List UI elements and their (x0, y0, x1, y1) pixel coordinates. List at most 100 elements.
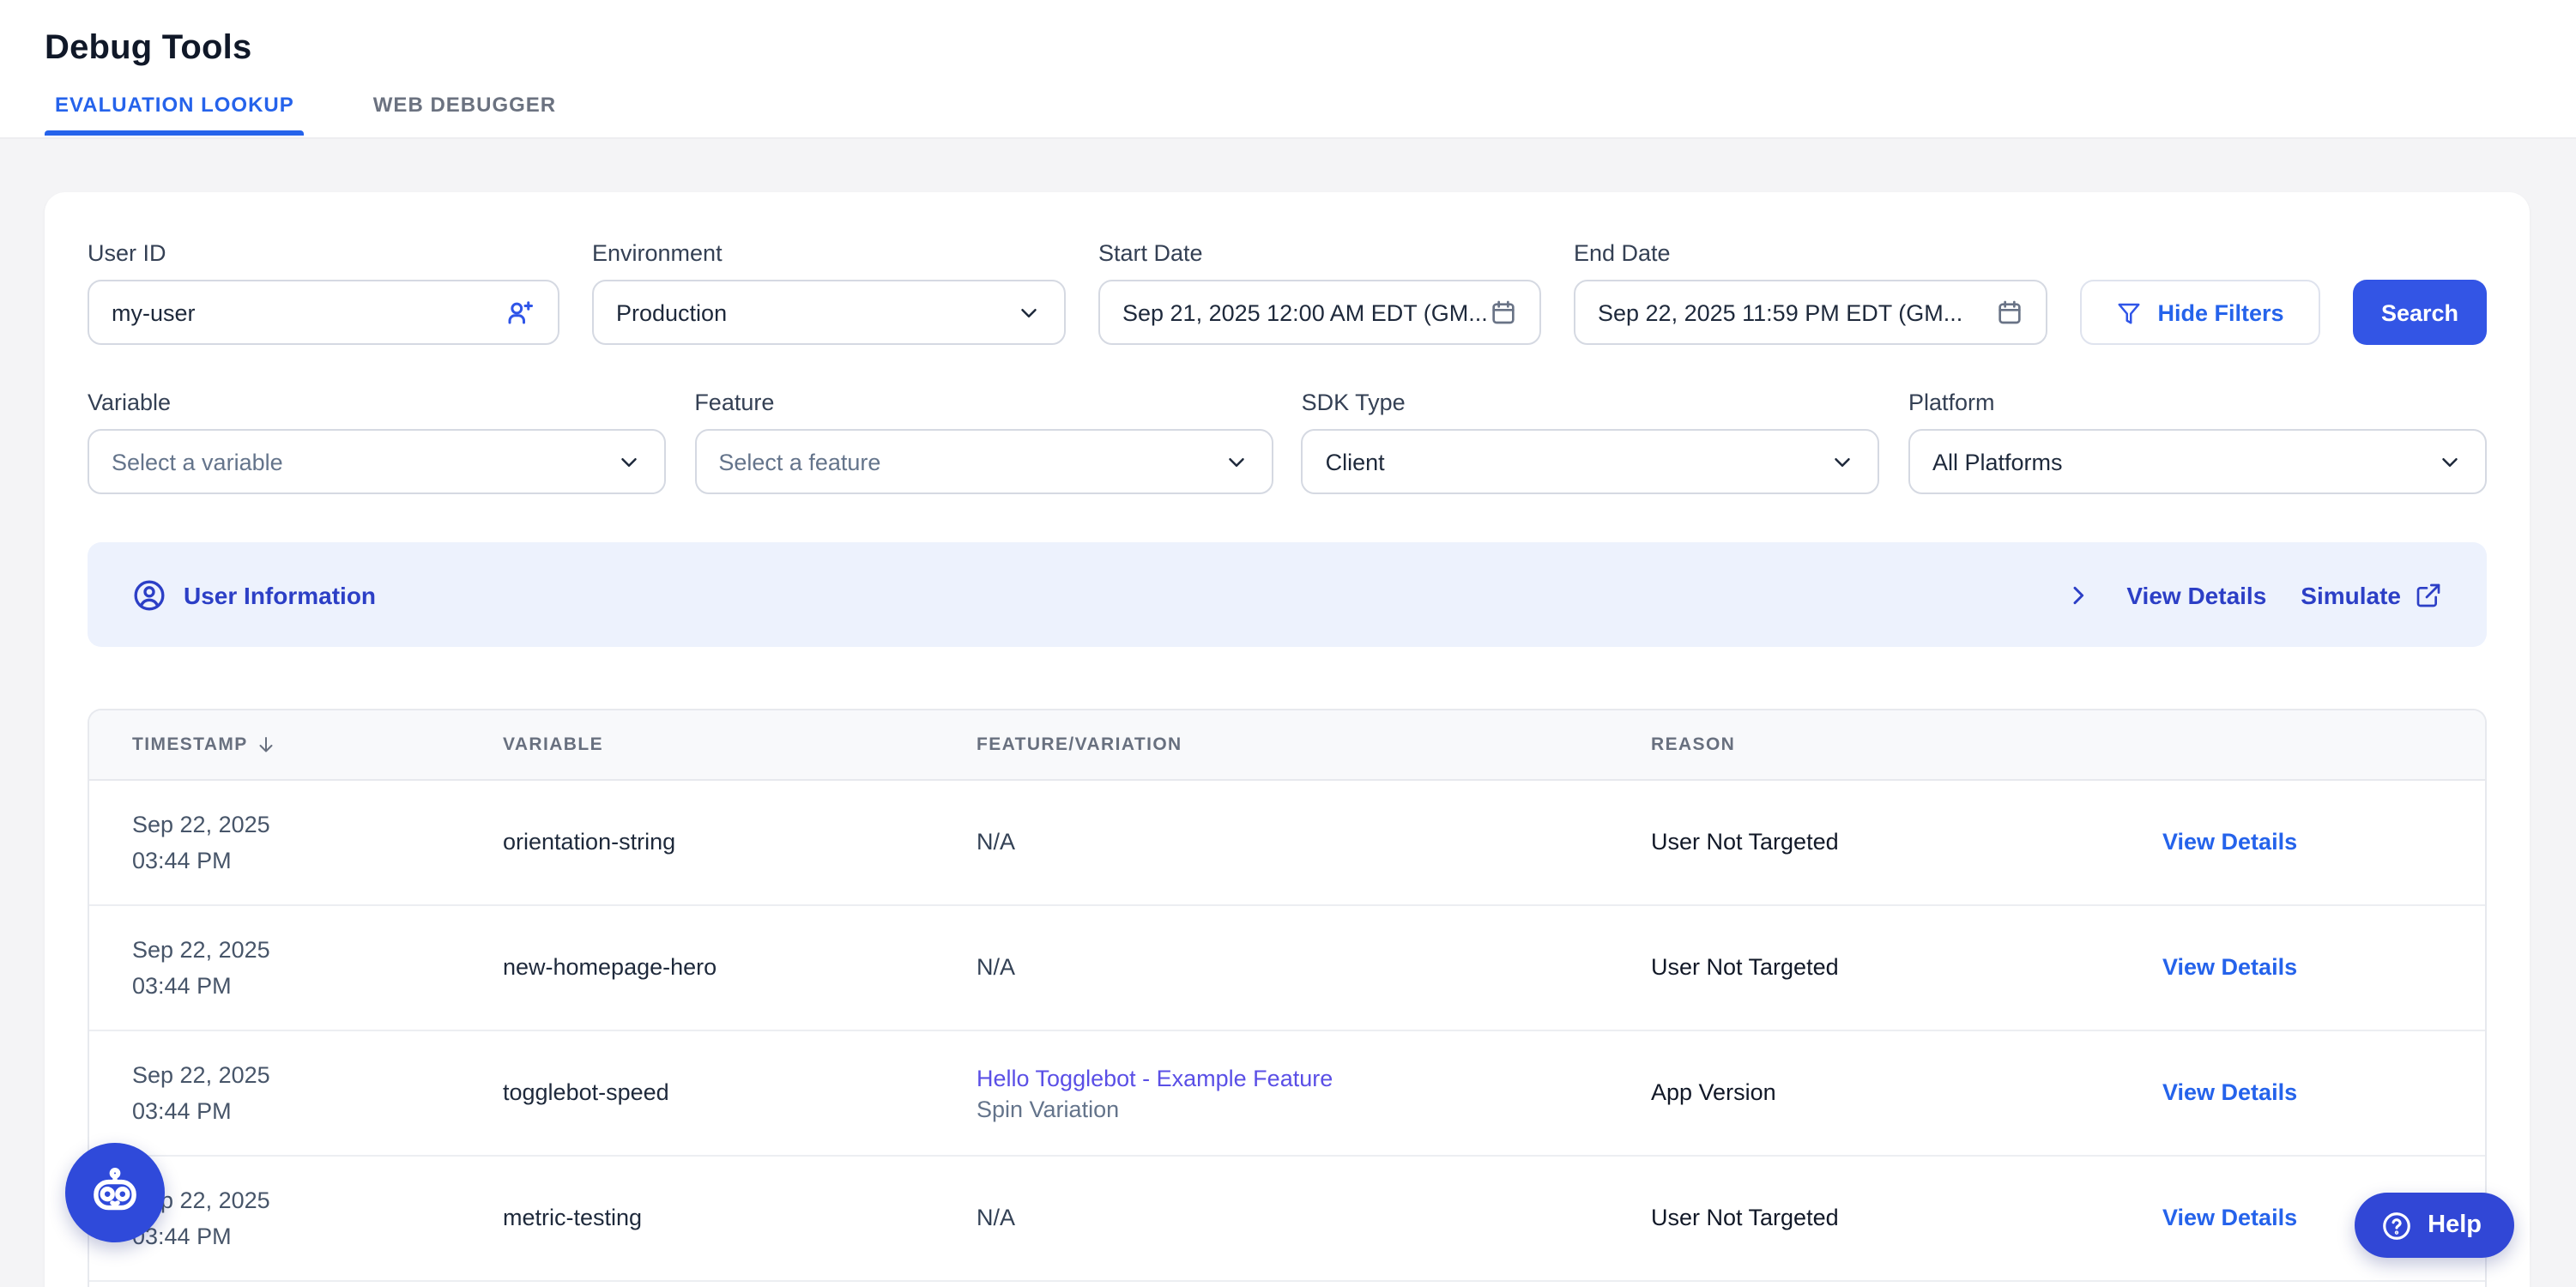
page-title: Debug Tools (45, 29, 2531, 69)
tab-bar: EVALUATION LOOKUP WEB DEBUGGER (45, 93, 2531, 136)
platform-label: Platform (1908, 390, 2487, 415)
column-header-variable[interactable]: VARIABLE (503, 734, 977, 755)
banner-right: View Details Simulate (2065, 581, 2442, 608)
togglebot-fab-button[interactable] (65, 1143, 165, 1242)
column-header-feature-variation[interactable]: FEATURE/VARIATION (977, 734, 1651, 755)
sort-descending-icon (257, 734, 277, 755)
feature-placeholder: Select a feature (718, 449, 1223, 474)
view-details-link[interactable]: View Details (2162, 829, 2297, 855)
variable-cell: togglebot-speed (503, 1078, 977, 1109)
feature-select[interactable]: Select a feature (694, 429, 1273, 494)
feature-variation-cell: N/A (977, 827, 1651, 858)
start-date-field: Start Date Sep 21, 2025 12:00 AM EDT (GM… (1098, 240, 1541, 345)
timestamp-cell: Sep 22, 202503:44 PM (132, 932, 503, 1004)
calendar-icon (1996, 299, 2023, 326)
actions-cell: View Details (2162, 952, 2442, 983)
feature-field: Feature Select a feature (694, 390, 1273, 494)
start-date-value: Sep 21, 2025 12:00 AM EDT (GM... (1122, 299, 1490, 325)
tab-web-debugger[interactable]: WEB DEBUGGER (363, 93, 566, 136)
environment-select[interactable]: Production (592, 280, 1066, 345)
simulate-link[interactable]: Simulate (2301, 581, 2442, 608)
chevron-down-icon (1830, 449, 1856, 474)
chevron-down-icon (616, 449, 642, 474)
table-row: Sep 22, 202503:44 PMmetric-testingN/AUse… (89, 1157, 2485, 1282)
chevron-right-icon[interactable] (2065, 581, 2092, 608)
help-label: Help (2428, 1211, 2482, 1239)
platform-select[interactable]: All Platforms (1908, 429, 2487, 494)
column-header-timestamp[interactable]: TIMESTAMP (132, 734, 503, 755)
reason-value: User Not Targeted (1651, 1205, 1839, 1230)
simulate-label: Simulate (2301, 581, 2401, 608)
feature-link[interactable]: Hello Togglebot - Example Feature (977, 1065, 1651, 1091)
feature-na: N/A (977, 829, 1015, 855)
reason-cell: User Not Targeted (1651, 827, 2162, 858)
sdk-type-value: Client (1326, 449, 1830, 474)
actions-cell: View Details (2162, 827, 2442, 858)
variable-field: Variable Select a variable (88, 390, 666, 494)
reason-value: App Version (1651, 1079, 1776, 1105)
environment-value: Production (616, 299, 1016, 325)
start-date-input[interactable]: Sep 21, 2025 12:00 AM EDT (GM... (1098, 280, 1541, 345)
column-header-timestamp-label: TIMESTAMP (132, 734, 248, 755)
reason-cell: App Version (1651, 1078, 2162, 1109)
filter-funnel-icon (2116, 299, 2142, 325)
feature-variation-cell: N/A (977, 952, 1651, 983)
end-date-input[interactable]: Sep 22, 2025 11:59 PM EDT (GM... (1574, 280, 2047, 345)
column-header-reason-label: REASON (1651, 734, 1735, 755)
robot-icon (86, 1163, 144, 1222)
user-plus-icon[interactable] (505, 297, 535, 328)
question-circle-icon (2379, 1209, 2412, 1242)
filter-row-1: User ID Environment Production (88, 240, 2487, 345)
feature-variation-cell: N/A (977, 1203, 1651, 1234)
search-label: Search (2381, 299, 2458, 325)
reason-cell: User Not Targeted (1651, 1203, 2162, 1234)
filters-card: User ID Environment Production (45, 192, 2530, 1287)
timestamp-time: 03:44 PM (132, 968, 503, 1004)
timestamp-cell: Sep 22, 202503:44 PM (132, 1182, 503, 1254)
calendar-icon (1490, 299, 1517, 326)
variable-select[interactable]: Select a variable (88, 429, 666, 494)
end-date-value: Sep 22, 2025 11:59 PM EDT (GM... (1598, 299, 1996, 325)
variable-placeholder: Select a variable (112, 449, 616, 474)
chevron-down-icon (2437, 449, 2463, 474)
table-row: Sep 22, 202503:44 PMorientation-stringN/… (89, 781, 2485, 906)
sdk-type-label: SDK Type (1302, 390, 1880, 415)
banner-view-details-link[interactable]: View Details (2126, 581, 2266, 608)
banner-view-details-label: View Details (2126, 581, 2266, 608)
end-date-label: End Date (1574, 240, 2047, 266)
reason-value: User Not Targeted (1651, 954, 1839, 980)
actions-cell: View Details (2162, 1078, 2442, 1109)
sdk-type-select[interactable]: Client (1302, 429, 1880, 494)
tab-evaluation-lookup[interactable]: EVALUATION LOOKUP (45, 93, 305, 136)
user-id-input-wrap (88, 280, 559, 345)
view-details-link[interactable]: View Details (2162, 1079, 2297, 1105)
timestamp-cell: Sep 22, 202503:44 PM (132, 1057, 503, 1129)
table-row-partial (89, 1282, 2485, 1287)
help-button[interactable]: Help (2354, 1193, 2514, 1258)
search-button[interactable]: Search (2353, 280, 2487, 345)
user-information-banner: User Information View Details Simulate (88, 542, 2487, 647)
feature-variation-cell: Hello Togglebot - Example FeatureSpin Va… (977, 1065, 1651, 1121)
hide-filters-button[interactable]: Hide Filters (2080, 280, 2320, 345)
user-id-field: User ID (88, 240, 559, 345)
banner-title: User Information (184, 581, 376, 608)
table-row: Sep 22, 202503:44 PMtogglebot-speedHello… (89, 1031, 2485, 1157)
evaluations-table: TIMESTAMP VARIABLE FEATURE/VARIATION REA… (88, 709, 2487, 1287)
external-link-icon (2415, 581, 2442, 608)
user-id-input[interactable] (112, 299, 505, 325)
hide-filters-label: Hide Filters (2157, 299, 2283, 325)
variable-cell: orientation-string (503, 827, 977, 858)
platform-value: All Platforms (1932, 449, 2437, 474)
column-header-reason[interactable]: REASON (1651, 734, 2162, 755)
variable-cell: metric-testing (503, 1203, 977, 1234)
environment-label: Environment (592, 240, 1066, 266)
timestamp-time: 03:44 PM (132, 843, 503, 879)
environment-field: Environment Production (592, 240, 1066, 345)
timestamp-date: Sep 22, 2025 (132, 932, 503, 968)
variable-value: new-homepage-hero (503, 954, 717, 980)
timestamp-time: 03:44 PM (132, 1093, 503, 1129)
view-details-link[interactable]: View Details (2162, 1205, 2297, 1230)
table-body: Sep 22, 202503:44 PMorientation-stringN/… (89, 781, 2485, 1282)
view-details-link[interactable]: View Details (2162, 954, 2297, 980)
timestamp-cell: Sep 22, 202503:44 PM (132, 807, 503, 879)
